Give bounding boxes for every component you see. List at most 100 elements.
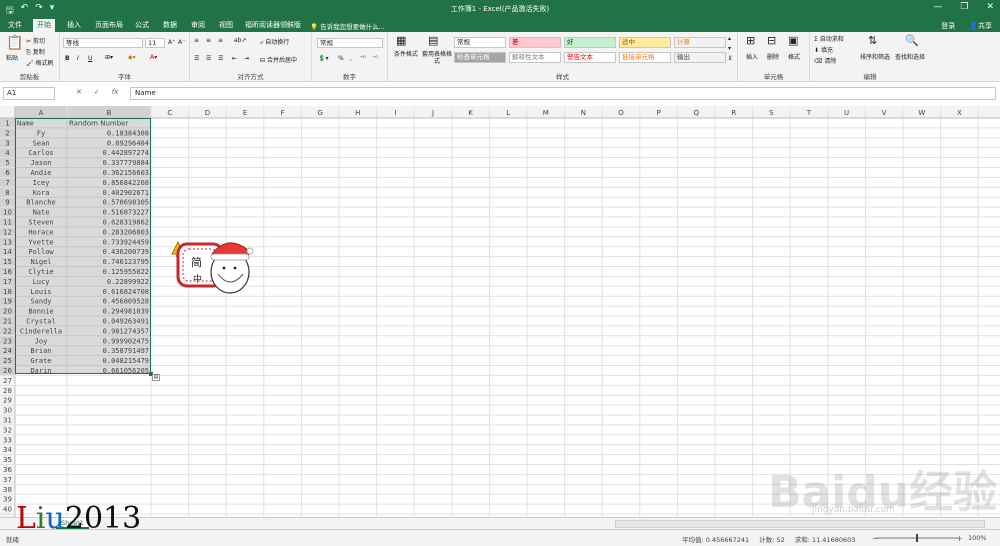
align-center-icon[interactable]: ☰ xyxy=(206,55,211,62)
row-header[interactable]: 12 xyxy=(3,228,12,236)
row-header[interactable]: 7 xyxy=(5,179,9,187)
column-header-W[interactable]: W xyxy=(918,109,925,117)
format-cells-icon[interactable]: ▣ xyxy=(788,34,798,47)
align-bottom-icon[interactable]: ≡ xyxy=(218,37,223,44)
row-header[interactable]: 8 xyxy=(5,189,9,197)
sort-filter-button[interactable]: 排序和筛选 xyxy=(860,52,890,61)
copy-button[interactable]: ⎘ 复制 xyxy=(26,47,45,57)
cell-a[interactable]: Jason xyxy=(30,159,51,167)
row-header[interactable]: 21 xyxy=(3,318,12,326)
column-header-R[interactable]: R xyxy=(731,109,736,117)
cell-a[interactable]: Fy xyxy=(37,129,45,137)
tab-data[interactable]: 数据 xyxy=(159,19,181,32)
column-header-I[interactable]: I xyxy=(394,109,396,117)
column-header-Q[interactable]: Q xyxy=(693,109,699,117)
row-header[interactable]: 2 xyxy=(5,129,9,137)
cell-b[interactable]: 0.283206803 xyxy=(103,228,149,236)
column-header-P[interactable]: P xyxy=(656,109,660,117)
column-header-F[interactable]: F xyxy=(281,109,285,117)
row-header[interactable]: 11 xyxy=(3,219,12,227)
cancel-icon[interactable]: ✕ xyxy=(76,88,82,96)
cell-a[interactable]: Nate xyxy=(33,209,50,217)
row-header[interactable]: 28 xyxy=(3,387,12,395)
indent-decrease-icon[interactable]: ⇤ xyxy=(232,55,237,62)
fill-button[interactable]: ⬇ 填充 xyxy=(814,45,833,54)
cell-a[interactable]: Pollow xyxy=(28,248,54,256)
row-header[interactable]: 39 xyxy=(3,496,12,504)
gallery-more-icon[interactable]: ⊻ xyxy=(728,55,732,62)
tab-formulas[interactable]: 公式 xyxy=(131,19,153,32)
column-header-E[interactable]: E xyxy=(243,109,247,117)
cell-b[interactable]: 0.516873227 xyxy=(103,209,149,217)
row-header[interactable]: 23 xyxy=(3,337,12,345)
merge-center-button[interactable]: ⊟ 合并后居中 xyxy=(260,55,297,64)
row-header[interactable]: 25 xyxy=(3,357,12,365)
row-header[interactable]: 17 xyxy=(3,278,12,286)
percent-button[interactable]: % xyxy=(338,55,344,62)
row-header[interactable]: 9 xyxy=(5,199,9,207)
row-header[interactable]: 14 xyxy=(3,248,12,256)
zoom-level[interactable]: 100% xyxy=(968,534,987,542)
cell-style-9[interactable]: 输出 xyxy=(674,52,726,63)
cell-b[interactable]: Random Number xyxy=(69,120,128,128)
row-header[interactable]: 36 xyxy=(3,466,12,474)
conditional-format-icon[interactable]: ▦ xyxy=(396,34,406,47)
column-header-C[interactable]: C xyxy=(167,109,172,117)
cell-a[interactable]: Crystal xyxy=(26,318,56,326)
row-header[interactable]: 33 xyxy=(3,436,12,444)
row-header[interactable]: 37 xyxy=(3,476,12,484)
row-header[interactable]: 34 xyxy=(3,446,12,454)
tab-file[interactable]: 文件 xyxy=(4,19,26,32)
cell-b[interactable]: 0.402902671 xyxy=(103,189,149,197)
column-header-X[interactable]: X xyxy=(957,109,962,117)
formula-input[interactable]: Name xyxy=(130,87,996,100)
cell-b[interactable]: 0.733924459 xyxy=(103,238,149,246)
gallery-up-icon[interactable]: ▴ xyxy=(728,35,731,42)
row-header[interactable]: 40 xyxy=(3,506,12,514)
login-link[interactable]: 登录 xyxy=(941,21,955,31)
cell-a[interactable]: Bonnie xyxy=(28,308,53,316)
column-header-N[interactable]: N xyxy=(581,109,586,117)
align-right-icon[interactable]: ☰ xyxy=(218,55,223,62)
row-header[interactable]: 32 xyxy=(3,426,12,434)
cell-a[interactable]: Horace xyxy=(28,228,53,236)
cell-b[interactable]: 0.570698305 xyxy=(103,199,149,207)
row-header[interactable]: 5 xyxy=(5,159,9,167)
cell-b[interactable]: 0.661056205 xyxy=(103,367,149,375)
cell-a[interactable]: Steven xyxy=(28,219,53,227)
align-left-icon[interactable]: ☰ xyxy=(194,55,199,62)
autosum-button[interactable]: Σ 自动求和 xyxy=(814,34,844,43)
font-shrink-icon[interactable]: A⁻ xyxy=(178,39,185,46)
font-size-select[interactable]: 11 xyxy=(145,38,165,48)
insert-cells-button[interactable]: 插入 xyxy=(746,52,758,61)
clear-button[interactable]: ⌫ 清除 xyxy=(814,56,836,65)
cell-style-0[interactable]: 常规 xyxy=(454,37,506,48)
tab-home[interactable]: 开始 xyxy=(33,19,55,32)
paste-icon[interactable]: 📋 xyxy=(6,35,23,51)
zoom-slider[interactable]: − + xyxy=(872,534,962,542)
row-header[interactable]: 29 xyxy=(3,397,12,405)
column-header-U[interactable]: U xyxy=(844,109,849,117)
cell-a[interactable]: Louis xyxy=(30,288,51,296)
format-cells-button[interactable]: 格式 xyxy=(788,52,800,61)
row-header[interactable]: 20 xyxy=(3,308,12,316)
font-grow-icon[interactable]: A⁺ xyxy=(168,39,175,46)
row-header[interactable]: 31 xyxy=(3,417,12,425)
gallery-down-icon[interactable]: ▾ xyxy=(728,45,731,52)
cell-a[interactable]: Carlos xyxy=(28,149,53,157)
delete-cells-icon[interactable]: ⊟ xyxy=(767,34,776,47)
column-header-H[interactable]: H xyxy=(355,109,360,117)
row-header[interactable]: 22 xyxy=(3,327,12,335)
align-middle-icon[interactable]: ≡ xyxy=(206,37,211,44)
cell-b[interactable]: 0.616824708 xyxy=(103,288,149,296)
table-format-icon[interactable]: ▤ xyxy=(428,34,438,47)
cell-b[interactable]: 0.18384308 xyxy=(107,129,149,137)
orientation-icon[interactable]: ab↗ xyxy=(234,37,247,44)
insert-cells-icon[interactable]: ⊞ xyxy=(746,34,755,47)
cell-a[interactable]: Darin xyxy=(30,367,51,375)
cell-b[interactable]: 0.294981039 xyxy=(103,308,149,316)
cell-a[interactable]: Blanche xyxy=(26,199,56,207)
font-color-icon[interactable]: A▾ xyxy=(150,54,157,61)
currency-icon[interactable]: 💲▾ xyxy=(318,55,328,62)
row-header[interactable]: 30 xyxy=(3,407,12,415)
